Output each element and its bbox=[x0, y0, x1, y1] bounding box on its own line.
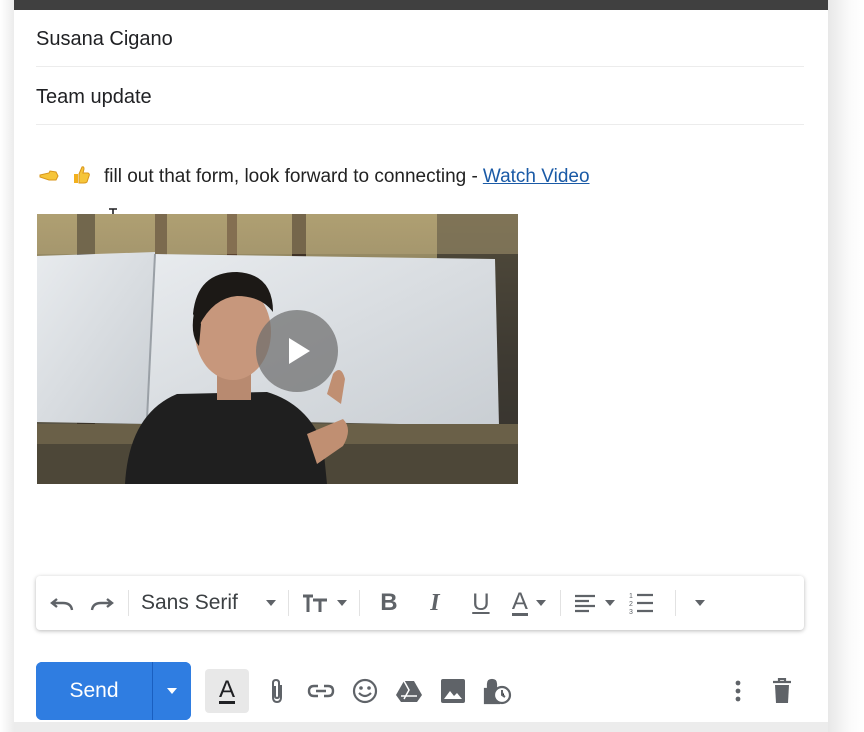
trash-icon[interactable] bbox=[760, 669, 804, 713]
confidential-mode-icon[interactable] bbox=[475, 669, 519, 713]
thumbs-up-emoji bbox=[68, 165, 94, 190]
undo-icon[interactable] bbox=[42, 583, 82, 623]
chevron-down-icon bbox=[604, 600, 615, 606]
toolbar-divider bbox=[674, 590, 676, 616]
numbered-list-icon[interactable]: 1 2 3 bbox=[621, 583, 661, 623]
italic-glyph: I bbox=[430, 589, 440, 616]
toolbar-divider bbox=[358, 590, 360, 616]
photo-icon[interactable] bbox=[431, 669, 475, 713]
bold-icon[interactable]: B bbox=[366, 583, 412, 623]
drive-icon[interactable] bbox=[387, 669, 431, 713]
bold-glyph: B bbox=[380, 589, 398, 616]
toolbar-divider bbox=[128, 590, 129, 616]
subject-text: Team update bbox=[36, 86, 152, 108]
formatting-glyph: A bbox=[218, 675, 235, 704]
formatting-toolbar: Sans Serif B I U A 1 2 3 bbox=[36, 576, 804, 630]
window-bottom-edge bbox=[14, 722, 828, 732]
underline-icon[interactable]: U bbox=[458, 583, 504, 623]
chevron-down-icon bbox=[694, 600, 705, 606]
text-size-icon[interactable] bbox=[295, 583, 353, 623]
underline-glyph: U bbox=[472, 589, 490, 616]
to-field[interactable]: Susana Cigano bbox=[36, 10, 804, 67]
text-color-icon[interactable]: A bbox=[504, 583, 554, 623]
compose-actions-bar: Send A bbox=[36, 662, 804, 720]
align-icon[interactable] bbox=[567, 583, 621, 623]
emoji-icon[interactable] bbox=[343, 669, 387, 713]
toolbar-divider bbox=[559, 590, 561, 616]
subject-field[interactable]: Team update bbox=[36, 68, 804, 125]
send-options-button[interactable] bbox=[152, 662, 191, 720]
body-text: fill out that form, look forward to conn… bbox=[104, 166, 478, 187]
send-button-group: Send bbox=[36, 662, 191, 720]
window-left-edge bbox=[0, 0, 14, 732]
font-family-label: Sans Serif bbox=[141, 591, 238, 614]
svg-text:1: 1 bbox=[629, 593, 633, 600]
svg-text:2: 2 bbox=[629, 601, 633, 608]
attach-icon[interactable] bbox=[255, 669, 299, 713]
redo-icon[interactable] bbox=[82, 583, 122, 623]
window-right-shadow bbox=[828, 0, 864, 732]
window-top-bar bbox=[14, 0, 828, 10]
chevron-down-icon bbox=[167, 688, 177, 694]
chevron-down-icon bbox=[535, 600, 546, 606]
toolbar-divider bbox=[287, 590, 289, 616]
message-body[interactable]: fill out that form, look forward to conn… bbox=[36, 162, 590, 192]
more-formatting-icon[interactable] bbox=[682, 583, 718, 623]
compose-window: Susana Cigano Team update fill out that … bbox=[14, 10, 828, 722]
send-button[interactable]: Send bbox=[36, 662, 152, 720]
text-color-glyph: A bbox=[511, 587, 528, 616]
italic-icon[interactable]: I bbox=[412, 583, 458, 623]
link-icon[interactable] bbox=[299, 669, 343, 713]
chevron-down-icon bbox=[336, 600, 347, 606]
formatting-options-icon[interactable]: A bbox=[205, 669, 249, 713]
svg-text:3: 3 bbox=[629, 609, 633, 616]
recipient-name: Susana Cigano bbox=[36, 28, 173, 50]
watch-video-link[interactable]: Watch Video bbox=[483, 166, 590, 188]
font-family-select[interactable]: Sans Serif bbox=[135, 583, 282, 623]
more-options-icon[interactable] bbox=[716, 669, 760, 713]
point-left-emoji bbox=[36, 167, 62, 188]
video-thumbnail[interactable] bbox=[37, 214, 518, 484]
chevron-down-icon bbox=[265, 600, 276, 606]
play-button-icon[interactable] bbox=[256, 310, 338, 392]
